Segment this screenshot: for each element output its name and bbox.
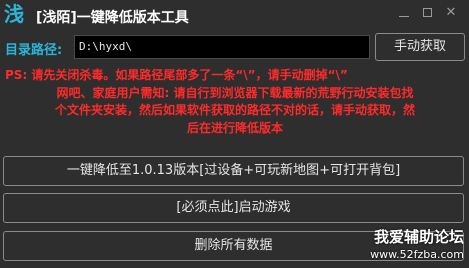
maximize-button[interactable] — [420, 6, 434, 20]
delete-data-button[interactable]: 删除所有数据 — [3, 231, 464, 261]
path-label: 目录路径: — [5, 43, 63, 58]
notice-text: PS: 请先关闭杀毒。如果路径尾部多了一条“\”，请手动删掉“\” 网吧、家庭用… — [5, 67, 465, 137]
minimize-button[interactable] — [397, 6, 411, 20]
title-bar[interactable]: 浅 [浅陌]一键降低版本工具 ✕ — [0, 0, 469, 30]
notice-line-4: 后在进行降低版本 — [186, 120, 283, 135]
maximize-icon — [422, 8, 432, 17]
app-logo-icon: 浅 — [4, 2, 24, 26]
close-button[interactable]: ✕ — [444, 6, 458, 20]
notice-line-2: 网吧、家庭用户需知: 请自行到浏览器下载最新的荒野行动安装包找 — [56, 85, 414, 100]
close-icon: ✕ — [445, 5, 457, 20]
notice-line-1: PS: 请先关闭杀毒。如果路径尾部多了一条“\”，请手动删掉“\” — [5, 68, 348, 82]
downgrade-button[interactable]: 一键降低至1.0.13版本[过设备+可玩新地图+可打开背包] — [3, 156, 464, 186]
launch-game-button[interactable]: [必须点此]启动游戏 — [3, 193, 464, 223]
window-title: [浅陌]一键降低版本工具 — [36, 10, 189, 26]
minimize-icon — [399, 16, 409, 17]
manual-fetch-button[interactable]: 手动获取 — [375, 33, 465, 61]
app-window: 浅 [浅陌]一键降低版本工具 ✕ 目录路径: D:\hyxd\ 手动获取 PS:… — [0, 0, 469, 268]
path-input[interactable]: D:\hyxd\ — [74, 35, 370, 59]
notice-line-3: 个文件夹安装，然后如果软件获取的路径不对的话，请手动获取，然 — [54, 103, 415, 117]
